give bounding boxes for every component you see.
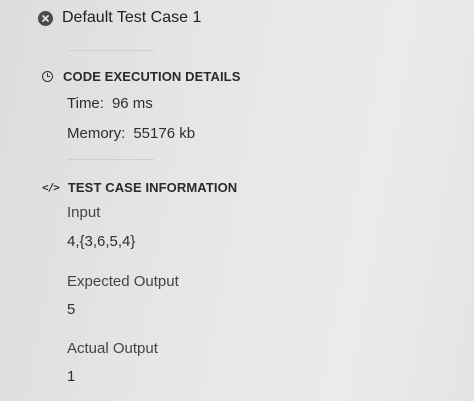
time-row: Time: 96 ms (67, 95, 153, 112)
input-value: 4,{3,6,5,4} (67, 233, 136, 250)
memory-value: 55176 kb (133, 125, 196, 142)
expected-output-label: Expected Output (67, 273, 179, 290)
actual-output-value: 1 (67, 368, 76, 385)
code-execution-heading: CODE EXECUTION DETAILS (42, 67, 240, 85)
test-case-info-heading: </> TEST CASE INFORMATION (42, 179, 238, 195)
x-circle-icon (38, 10, 53, 26)
input-label: Input (67, 204, 101, 221)
clock-icon (42, 70, 53, 82)
memory-label: Memory: (67, 125, 126, 142)
actual-output-label: Actual Output (67, 340, 158, 357)
test-case-title: Default Test Case 1 (62, 9, 202, 26)
divider (68, 159, 154, 160)
time-value: 96 ms (111, 95, 153, 112)
divider (68, 50, 154, 51)
test-case-header[interactable]: Default Test Case 1 (38, 6, 201, 30)
time-label: Time: (67, 95, 104, 112)
memory-row: Memory: 55176 kb (67, 125, 195, 142)
test-case-panel: Default Test Case 1 CODE EXECUTION DETAI… (0, 0, 474, 401)
code-icon: </> (42, 180, 60, 194)
expected-output-value: 5 (67, 301, 76, 318)
